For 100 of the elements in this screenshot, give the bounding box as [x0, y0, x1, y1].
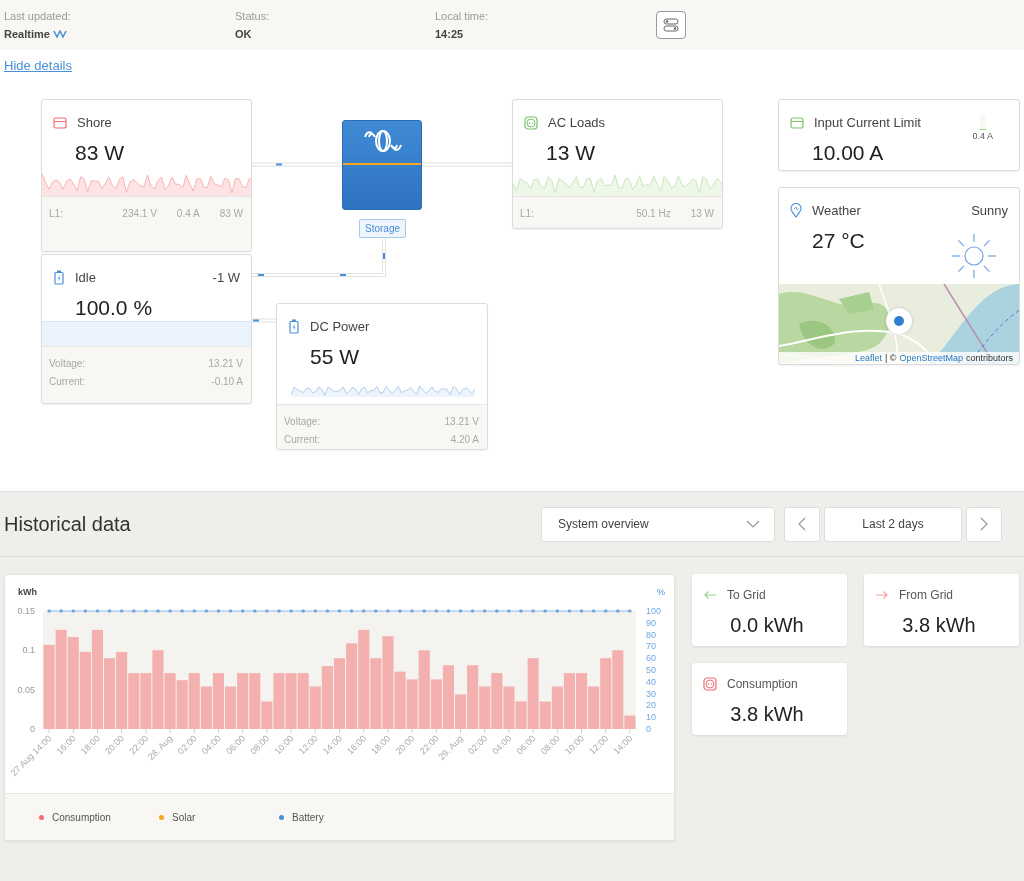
data-point: [374, 609, 378, 613]
axis-label: 50: [646, 665, 656, 675]
data-point: [132, 609, 136, 613]
data-point: [337, 609, 342, 613]
data-point: [168, 609, 172, 613]
reading-label: L1:: [49, 206, 64, 221]
data-point: [482, 609, 487, 613]
reading-value: 50.1 Hz: [636, 206, 671, 221]
data-point: [507, 609, 511, 613]
data-point: [313, 609, 318, 613]
reading-value: 234.1 V: [122, 206, 157, 221]
data-point: [180, 609, 184, 613]
bar: [176, 680, 188, 729]
reading-value: 13.21 V: [208, 356, 243, 371]
hide-details-link[interactable]: Hide details: [4, 56, 72, 76]
data-point: [59, 609, 63, 613]
status-value: Realtime: [4, 27, 50, 41]
data-point: [192, 609, 197, 613]
axis-label: 80: [646, 629, 656, 640]
attribution-text: | ©: [884, 352, 897, 364]
energy-value: 3.8 kWh: [901, 613, 977, 638]
reading-label: Voltage:: [49, 356, 87, 371]
data-point: [119, 609, 124, 613]
power-value: 83 W: [74, 139, 125, 166]
data-point: [204, 609, 209, 613]
battery-percent: 100.0 %: [74, 294, 154, 321]
bar: [285, 673, 297, 729]
axis-label: 0: [30, 724, 35, 734]
axis-label: 0: [646, 724, 651, 734]
energy-value: 0.0 kWh: [729, 613, 805, 638]
legend-label: Battery: [292, 810, 324, 825]
wave-icon: [52, 30, 67, 38]
data-point: [579, 609, 584, 613]
data-point: [458, 609, 463, 613]
legend-label: Consumption: [52, 810, 111, 825]
data-point: [519, 609, 523, 613]
toggle-button[interactable]: [656, 11, 686, 39]
bar: [200, 686, 212, 729]
data-point: [107, 609, 112, 613]
card-title: To Grid: [727, 587, 766, 604]
reading-label: Current:: [49, 374, 87, 389]
power-reading: -1 W: [212, 269, 240, 287]
reading-label: Current:: [284, 433, 322, 447]
map-link[interactable]: OpenStreetMap: [899, 352, 963, 364]
reading-label: Voltage:: [284, 415, 322, 429]
reading-value: 0.4 A: [176, 206, 200, 221]
swirl-icon: [361, 129, 405, 153]
data-point: [277, 609, 281, 613]
data-point: [398, 609, 402, 613]
data-point: [410, 609, 414, 613]
card-title: From Grid: [899, 587, 953, 604]
axis-label: 30: [646, 688, 656, 699]
card-title: Idle: [75, 269, 97, 287]
axis-title: kWh: [18, 587, 37, 597]
view-dropdown[interactable]: System overview: [541, 506, 775, 542]
data-point: [422, 609, 426, 613]
status-label: Last updated:: [4, 9, 72, 23]
card-icon: [53, 115, 67, 130]
bar: [563, 673, 575, 729]
next-button[interactable]: [966, 506, 1002, 542]
section-title: Historical data: [4, 512, 131, 537]
data-point: [531, 609, 535, 613]
reading-value: 4.20 A: [450, 433, 479, 447]
status-label: Local time:: [435, 9, 490, 23]
axis-label: 70: [646, 641, 656, 652]
data-point: [71, 609, 76, 613]
data-point: [446, 609, 451, 613]
axis-label: 40: [646, 676, 656, 687]
map-link[interactable]: Leaflet: [854, 352, 882, 364]
battery-icon: [288, 319, 300, 335]
reading-label: L1:: [520, 206, 535, 221]
map-pin-icon: [790, 203, 802, 219]
reading-value: 83 W: [219, 206, 243, 221]
axis-label: 20: [646, 700, 656, 711]
previous-button[interactable]: [784, 506, 820, 542]
reading-value: 13.21 V: [444, 415, 479, 429]
bar: [333, 658, 345, 729]
chevron-left-icon: [798, 517, 806, 531]
power-value: 13 W: [545, 139, 596, 166]
data-point: [555, 609, 560, 613]
data-point: [144, 609, 148, 613]
data-point: [567, 609, 572, 613]
status-value: OK: [235, 27, 252, 41]
mode-badge: Storage: [359, 219, 406, 238]
data-point: [253, 609, 257, 613]
socket-icon: [703, 677, 717, 691]
data-point: [349, 609, 354, 613]
data-point: [83, 609, 88, 613]
chevron-down-icon: [746, 520, 760, 528]
reading-value: 13 W: [690, 206, 714, 221]
date-range-button[interactable]: Last 2 days: [824, 506, 962, 542]
arrow-right-icon: [875, 590, 889, 600]
status-value: 14:25: [435, 27, 464, 41]
temperature-value: 27 °C: [811, 227, 865, 254]
data-point: [265, 609, 269, 613]
bar: [104, 658, 116, 729]
card-icon: [790, 115, 804, 130]
attribution-text: contributors: [965, 352, 1013, 364]
data-point: [628, 609, 632, 613]
axis-label: 60: [646, 653, 656, 664]
